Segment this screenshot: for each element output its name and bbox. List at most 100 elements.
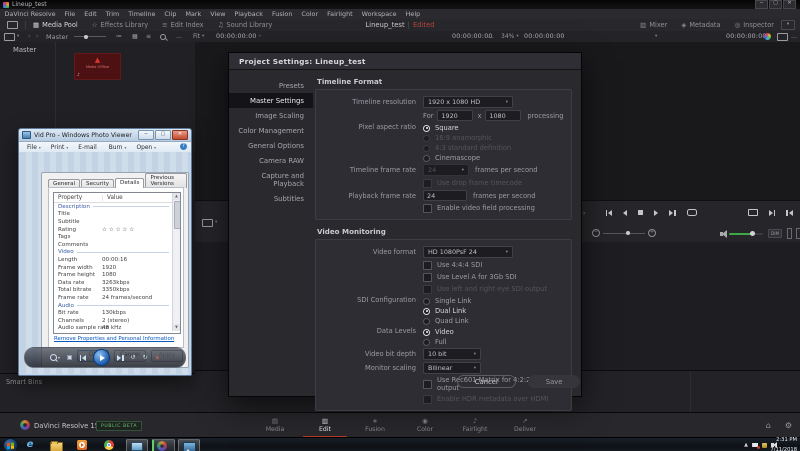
processing-width-input[interactable]: 1920 bbox=[437, 110, 474, 121]
menu-item[interactable]: Open ▾ bbox=[132, 145, 160, 151]
page-tab[interactable]: ▤ Media bbox=[250, 413, 300, 438]
sort-icon[interactable]: ≔ bbox=[116, 31, 122, 42]
drop-frame-checkbox[interactable] bbox=[423, 178, 432, 188]
workspace-toggle-button[interactable] bbox=[0, 19, 25, 31]
delete-button[interactable]: ✕ bbox=[155, 354, 160, 362]
properties-tab[interactable]: Previous Versions bbox=[145, 173, 187, 188]
property-row[interactable]: Bit rate 130kbps bbox=[54, 309, 173, 317]
clip-view-button[interactable]: ▾ bbox=[4, 31, 19, 42]
radio-button[interactable] bbox=[423, 297, 430, 305]
rec601-checkbox[interactable] bbox=[423, 379, 432, 389]
radio-option[interactable]: Single Link bbox=[423, 297, 471, 305]
properties-tab[interactable]: Details bbox=[115, 178, 145, 188]
level-a-checkbox[interactable] bbox=[423, 272, 432, 282]
zoom-magnifier-button[interactable]: ▾ bbox=[49, 354, 60, 361]
play-button[interactable] bbox=[654, 209, 658, 216]
scroll-up-icon[interactable]: ▲ bbox=[173, 193, 180, 200]
menu-item[interactable]: File ▾ bbox=[23, 145, 45, 151]
settings-sidebar-item[interactable]: Subtitles bbox=[229, 191, 313, 206]
processing-height-input[interactable]: 1080 bbox=[485, 110, 522, 121]
sound-library-button[interactable]: ♫ Sound Library bbox=[211, 19, 280, 31]
project-home-icon[interactable]: ⌂ bbox=[766, 421, 771, 430]
video-bit-depth-dropdown[interactable]: 10 bit ▾ bbox=[423, 348, 481, 360]
menu-item[interactable]: Clip bbox=[160, 9, 181, 19]
page-tab[interactable]: ♪ Fairlight bbox=[450, 413, 500, 438]
menu-item[interactable]: Print ▾ bbox=[47, 145, 72, 151]
jump-to-end-button[interactable] bbox=[669, 209, 676, 216]
radio-button[interactable] bbox=[423, 134, 430, 142]
property-row[interactable]: Frame height 1080 bbox=[54, 271, 173, 279]
property-row[interactable]: Video bbox=[54, 249, 173, 257]
radio-button[interactable] bbox=[423, 338, 430, 346]
property-column-header[interactable]: Property bbox=[54, 194, 103, 201]
jump-to-start-button[interactable] bbox=[605, 209, 612, 216]
play-around-button[interactable] bbox=[768, 209, 775, 216]
page-tab[interactable]: ↗ Deliver bbox=[500, 413, 550, 438]
settings-sidebar-item[interactable]: Color Management bbox=[229, 123, 313, 138]
bin-item-master[interactable]: Master bbox=[13, 46, 36, 54]
menu-item[interactable]: Help bbox=[401, 9, 425, 19]
zoom-level-dropdown[interactable]: 34% ▾ bbox=[501, 31, 519, 42]
stop-button[interactable] bbox=[638, 210, 643, 215]
value-column-header[interactable]: Value bbox=[103, 195, 180, 201]
viewer-more-icon[interactable]: … bbox=[791, 31, 797, 42]
step-back-button[interactable] bbox=[623, 209, 627, 216]
save-button[interactable]: Save bbox=[527, 375, 581, 388]
radio-button[interactable] bbox=[423, 124, 430, 132]
scroll-down-icon[interactable]: ▼ bbox=[173, 324, 180, 331]
maximize-button[interactable]: ▢ bbox=[769, 0, 782, 9]
bin-path[interactable]: Master bbox=[46, 31, 68, 42]
rotate-counterclockwise-button[interactable]: ↺ bbox=[131, 354, 136, 361]
page-tab[interactable]: ▥ Edit bbox=[300, 413, 350, 438]
color-wheel-icon[interactable] bbox=[764, 31, 771, 42]
settings-sidebar-item[interactable]: Image Scaling bbox=[229, 108, 313, 123]
zoom-in-icon[interactable]: + bbox=[648, 229, 656, 237]
taskbar-clock[interactable]: 2:31 PM 7/11/2018 bbox=[770, 437, 797, 451]
property-row[interactable]: Frame width 1920 bbox=[54, 264, 173, 272]
settings-gear-icon[interactable]: ⚙ bbox=[785, 421, 792, 430]
property-row[interactable]: Title bbox=[54, 211, 173, 219]
file-explorer-icon[interactable] bbox=[50, 439, 63, 451]
speaker-icon[interactable] bbox=[720, 229, 727, 238]
property-row[interactable]: Frame rate 24 frames/second bbox=[54, 294, 173, 302]
remove-properties-link[interactable]: Remove Properties and Personal Informati… bbox=[54, 336, 174, 342]
previous-image-button[interactable] bbox=[79, 354, 87, 361]
radio-option[interactable]: 4:3 standard definition bbox=[423, 144, 511, 152]
panel-options-button[interactable]: ▾ bbox=[781, 20, 795, 30]
menu-item[interactable]: Mark bbox=[181, 9, 206, 19]
media-offline-clip[interactable]: ▲ Media Offline ♪ bbox=[74, 53, 121, 80]
timeline-resolution-dropdown[interactable]: 1920 x 1080 HD ▾ bbox=[423, 96, 513, 108]
menu-item[interactable]: Fairlight bbox=[323, 9, 358, 19]
radio-option[interactable]: Full bbox=[423, 338, 454, 346]
effects-library-button[interactable]: ☆ Effects Library bbox=[85, 19, 155, 31]
internet-explorer-icon[interactable]: e bbox=[24, 439, 36, 451]
property-row[interactable]: Rating ☆ ☆ ☆ ☆ ☆ bbox=[54, 226, 173, 234]
davinci-resolve-taskbar-button[interactable] bbox=[152, 439, 175, 451]
tray-expand-icon[interactable]: ▲ bbox=[744, 442, 748, 448]
timeline-zoom-slider[interactable]: − + bbox=[592, 229, 656, 237]
start-button[interactable] bbox=[3, 438, 18, 451]
loop-range-icon[interactable] bbox=[747, 209, 758, 216]
cancel-button[interactable]: Cancel bbox=[456, 375, 516, 388]
edit-index-button[interactable]: ≡ Edit Index bbox=[155, 19, 210, 31]
menu-item[interactable]: DaVinci Resolve bbox=[0, 9, 60, 19]
property-row[interactable]: Audio bbox=[54, 302, 173, 310]
help-icon[interactable]: ? bbox=[180, 143, 187, 150]
hdr-metadata-checkbox[interactable] bbox=[423, 394, 432, 404]
settings-sidebar-item[interactable]: Presets bbox=[229, 78, 313, 93]
photo-viewer-titlebar[interactable]: Vid Pro - Windows Photo Viewer ─ ▢ ✕ bbox=[19, 129, 191, 142]
timeline-view-options-button[interactable]: ▾ bbox=[202, 217, 217, 228]
property-row[interactable]: Channels 2 (stereo) bbox=[54, 317, 173, 325]
menu-item[interactable]: Edit bbox=[80, 9, 101, 19]
close-button[interactable]: ✕ bbox=[172, 130, 188, 140]
property-row[interactable]: Description bbox=[54, 203, 173, 211]
settings-sidebar-item[interactable]: Capture and Playback bbox=[229, 168, 313, 191]
menu-item[interactable]: Playback bbox=[230, 9, 268, 19]
play-slideshow-button[interactable] bbox=[93, 349, 111, 366]
thumbnail-view-icon[interactable]: ▦ bbox=[132, 31, 138, 42]
minimize-button[interactable]: ─ bbox=[755, 0, 768, 9]
next-image-button[interactable] bbox=[117, 354, 124, 361]
radio-option[interactable]: 16:9 anamorphic bbox=[423, 134, 511, 142]
menu-item[interactable]: Timeline bbox=[124, 9, 160, 19]
field-processing-checkbox[interactable] bbox=[423, 203, 432, 213]
